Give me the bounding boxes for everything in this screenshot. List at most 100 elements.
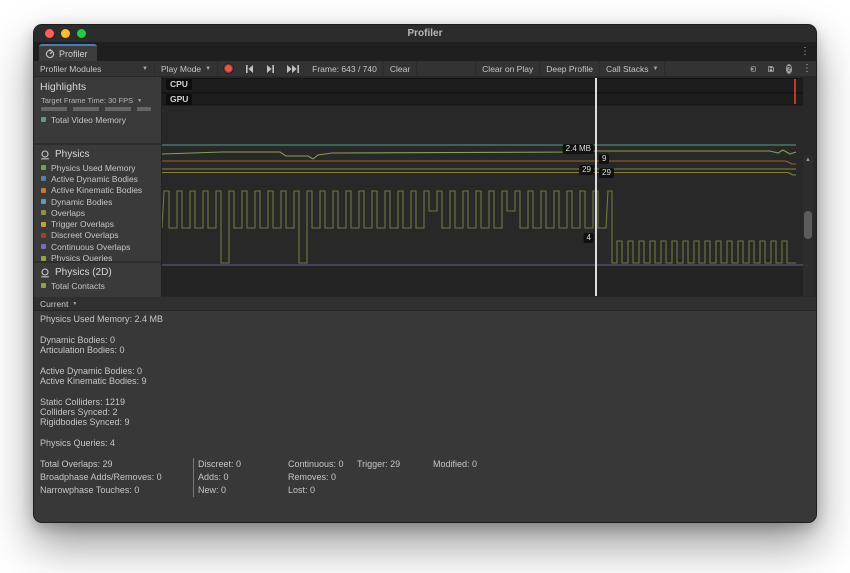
frame-counter-label: Frame: 643 / 740 (312, 64, 377, 74)
physics2d-icon (40, 268, 50, 278)
detail-stat-line: Physics Queries: 4 (40, 438, 816, 448)
clear-label: Clear (390, 64, 410, 74)
load-icon (750, 64, 756, 74)
clipped-legend-item (41, 107, 151, 111)
target-frame-time-dropdown[interactable]: Target Frame Time: 30 FPS ▼ (34, 95, 161, 107)
detail-table-cell: Adds: 0 (193, 471, 288, 484)
play-mode-label: Play Mode (161, 64, 201, 74)
profiler-modules-label: Profiler Modules (40, 64, 101, 74)
legend-color-swatch (41, 256, 46, 261)
call-stacks-dropdown[interactable]: Call Stacks ▼ (600, 61, 665, 77)
legend-item[interactable]: Trigger Overlaps (34, 218, 161, 229)
legend-color-swatch (41, 117, 46, 122)
detail-stat-line: Rigidbodies Synced: 9 (40, 417, 816, 427)
legend-item[interactable]: Total Contacts (34, 280, 161, 291)
minimize-window-button[interactable] (61, 29, 70, 38)
deep-profile-button[interactable]: Deep Profile (540, 61, 600, 77)
legend-item[interactable]: Discreet Overlaps (34, 230, 161, 241)
scrollbar-thumb[interactable] (804, 211, 812, 239)
details-mode-label: Current (40, 299, 68, 309)
current-frame-button[interactable] (281, 61, 306, 77)
detail-table-cell: New: 0 (193, 484, 288, 497)
legend-color-swatch (41, 283, 46, 288)
maximize-window-button[interactable] (77, 29, 86, 38)
detail-stat-line: Colliders Synced: 2 (40, 407, 816, 417)
load-profile-button[interactable] (744, 61, 762, 77)
legend-item[interactable]: Dynamic Bodies (34, 196, 161, 207)
next-frame-icon (266, 65, 275, 73)
previous-frame-button[interactable] (239, 61, 260, 77)
cpu-row-label: CPU (166, 79, 192, 90)
titlebar: Profiler (34, 25, 816, 43)
detail-table-cell: Continuous: 0 (288, 458, 357, 471)
save-profile-button[interactable] (762, 61, 780, 77)
legend-label: Trigger Overlaps (51, 219, 114, 229)
tab-bar: Profiler ⋮ (34, 43, 816, 61)
legend-item[interactable]: Physics Queries (34, 252, 161, 263)
detail-table-cell: Removes: 0 (288, 471, 357, 484)
help-button[interactable]: ? (780, 61, 798, 77)
detail-stat-line: Active Kinematic Bodies: 9 (40, 376, 816, 386)
detail-table-cell: Lost: 0 (288, 484, 357, 497)
record-button[interactable] (218, 61, 239, 77)
detail-table-row: Broadphase Adds/Removes: 0Adds: 0Removes… (40, 471, 816, 484)
legend-label: Continuous Overlaps (51, 242, 130, 252)
chart-value-badge: 9 (599, 154, 609, 164)
detail-table-row: Total Overlaps: 29Discreet: 0Continuous:… (40, 458, 816, 471)
previous-frame-icon (245, 65, 254, 73)
physics2d-module-section: Physics (2D) Total Contacts (34, 263, 161, 297)
detail-table-cell: Total Overlaps: 29 (40, 458, 193, 471)
legend-label: Physics Queries (51, 253, 112, 263)
detail-stat-line: Dynamic Bodies: 0 (40, 335, 816, 345)
detail-table-cell: Broadphase Adds/Removes: 0 (40, 471, 193, 484)
frame-counter: Frame: 643 / 740 (306, 61, 384, 77)
close-window-button[interactable] (45, 29, 54, 38)
save-icon (768, 64, 774, 74)
module-sidebar: Highlights Target Frame Time: 30 FPS ▼ T… (34, 77, 162, 297)
target-frame-time-label: Target Frame Time: 30 FPS (41, 96, 133, 105)
legend-item[interactable]: Active Kinematic Bodies (34, 185, 161, 196)
clear-button[interactable]: Clear (384, 61, 417, 77)
profiler-gauge-icon (45, 49, 55, 59)
details-mode-dropdown[interactable]: Current ▼ (40, 299, 77, 309)
detail-table-cell: Trigger: 29 (357, 458, 433, 471)
legend-color-swatch (41, 244, 46, 249)
chevron-down-icon: ▼ (653, 66, 659, 72)
legend-item[interactable]: Continuous Overlaps (34, 241, 161, 252)
profiler-charts[interactable]: CPU GPU 2.4 MB929294 (162, 77, 803, 297)
chart-value-badge: 29 (599, 168, 614, 178)
tab-profiler[interactable]: Profiler (39, 44, 97, 61)
legend-item[interactable]: Physics Used Memory (34, 162, 161, 173)
next-frame-button[interactable] (260, 61, 281, 77)
profiler-window: Profiler Profiler ⋮ Profiler Modules ▼ P… (33, 24, 817, 523)
record-icon (224, 64, 233, 73)
profiler-modules-dropdown[interactable]: Profiler Modules ▼ (34, 61, 155, 77)
clear-on-play-button[interactable]: Clear on Play (475, 61, 540, 77)
legend-color-swatch (41, 199, 46, 204)
legend-color-swatch (41, 233, 46, 238)
legend-item[interactable]: Overlaps (34, 207, 161, 218)
legend-label: Total Video Memory (51, 115, 126, 125)
legend-label: Physics Used Memory (51, 163, 136, 173)
physics-module-title: Physics (55, 149, 89, 160)
legend-label: Active Kinematic Bodies (51, 185, 142, 195)
scroll-up-icon[interactable]: ▲ (803, 157, 813, 163)
legend-color-swatch (41, 222, 46, 227)
last-frame-icon (287, 65, 300, 73)
legend-item[interactable]: Total Video Memory (34, 114, 161, 125)
legend-color-swatch (41, 165, 46, 170)
deep-profile-label: Deep Profile (546, 64, 593, 74)
detail-table-cell: Discreet: 0 (193, 458, 288, 471)
legend-label: Discreet Overlaps (51, 230, 119, 240)
chevron-down-icon: ▼ (205, 66, 211, 72)
legend-label: Dynamic Bodies (51, 197, 112, 207)
detail-table-cell (357, 484, 433, 497)
legend-item[interactable]: Active Dynamic Bodies (34, 173, 161, 184)
physics-icon (40, 150, 50, 160)
chart-value-badge: 2.4 MB (563, 144, 594, 154)
play-mode-dropdown[interactable]: Play Mode ▼ (155, 61, 218, 77)
chart-region: Highlights Target Frame Time: 30 FPS ▼ T… (34, 77, 816, 297)
tab-bar-kebab-menu-icon[interactable]: ⋮ (800, 47, 810, 57)
toolbar-kebab-menu[interactable]: ⋮ (798, 61, 816, 77)
help-icon: ? (786, 64, 792, 74)
